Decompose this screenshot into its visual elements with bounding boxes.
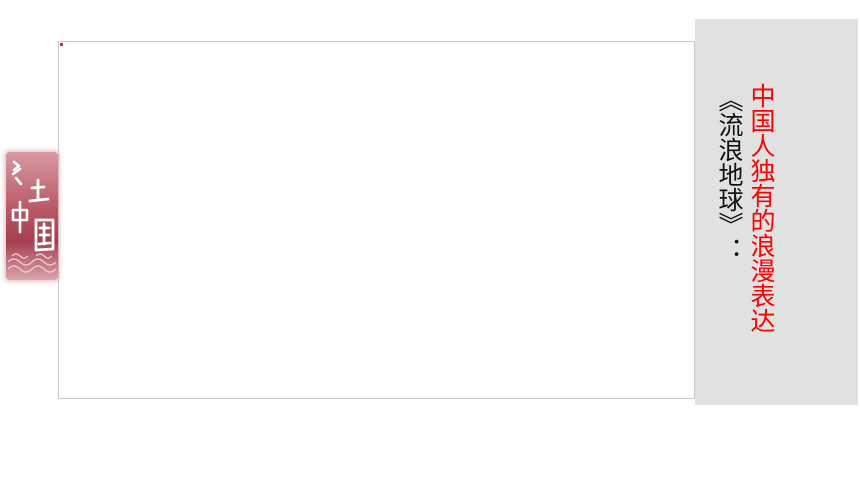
slide-heading-black: 《流浪地球》： xyxy=(715,87,744,262)
title-side-panel: 中国人独有的浪漫表达 《流浪地球》： xyxy=(695,19,858,405)
slide-heading-red: 中国人独有的浪漫表达 xyxy=(747,83,776,333)
video-corner-mark xyxy=(60,43,63,46)
video-placeholder[interactable] xyxy=(58,41,695,399)
xiangtu-zhongguo-seal-logo xyxy=(6,152,58,280)
seal-calligraphy-graphic xyxy=(7,160,57,273)
